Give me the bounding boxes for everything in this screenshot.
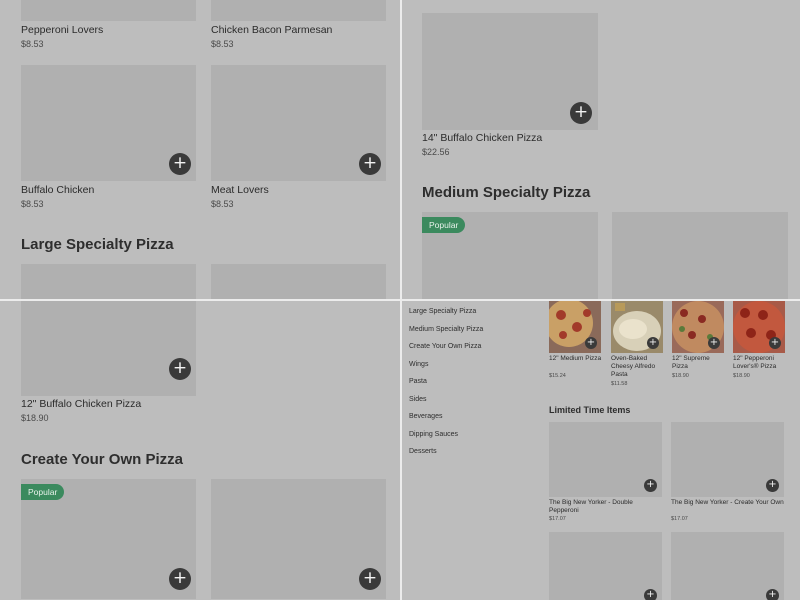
menu-item-card[interactable]: Popular (422, 212, 598, 299)
plus-icon: + (586, 337, 596, 348)
plus-icon: + (768, 589, 777, 600)
nav-item-dipping-sauces[interactable]: Dipping Sauces (409, 431, 458, 438)
add-item-button[interactable]: + (359, 153, 381, 175)
item-name: Meat Lovers (211, 184, 269, 196)
item-image (211, 0, 386, 21)
plus-icon: + (646, 479, 655, 490)
plus-icon: + (172, 358, 188, 378)
menu-panel-bottom-right: Large Specialty Pizza Medium Specialty P… (402, 301, 800, 600)
plus-icon: + (362, 568, 378, 588)
menu-item-card[interactable]: + (211, 479, 386, 599)
featured-item-price: $11.58 (611, 381, 628, 387)
popular-badge: Popular (422, 217, 466, 233)
section-title: Limited Time Items (549, 405, 631, 415)
item-image (612, 212, 788, 299)
menu-item-card[interactable] (612, 212, 788, 299)
plus-icon: + (709, 337, 719, 348)
item-name: Chicken Bacon Parmesan (211, 24, 333, 36)
plus-icon: + (362, 153, 378, 173)
nav-item-create-your-own[interactable]: Create Your Own Pizza (409, 343, 481, 350)
nav-item-desserts[interactable]: Desserts (409, 448, 437, 455)
add-item-button[interactable]: + (644, 589, 657, 600)
item-price: $8.53 (211, 199, 234, 209)
featured-item-price: $18.90 (733, 373, 750, 379)
featured-item-price: $15.24 (549, 373, 566, 379)
limited-item-card[interactable]: + (671, 422, 784, 497)
menu-panel-top-left: + Pepperoni Lovers $8.53 + Chicken Bacon… (0, 0, 400, 299)
add-item-button[interactable]: + (644, 479, 657, 492)
limited-item-card[interactable]: + (549, 422, 662, 497)
add-item-button[interactable]: + (708, 337, 720, 349)
item-name: 12" Buffalo Chicken Pizza (21, 398, 142, 410)
featured-item-name: 12" Pepperoni Lover's® Pizza (733, 355, 777, 370)
add-item-button[interactable]: + (769, 337, 781, 349)
plus-icon: + (172, 153, 188, 173)
limited-item-card[interactable]: + (671, 532, 784, 600)
nav-item-sides[interactable]: Sides (409, 396, 427, 403)
section-title: Medium Specialty Pizza (422, 184, 591, 201)
item-price: $8.53 (21, 199, 44, 209)
add-item-button[interactable]: + (169, 568, 191, 590)
limited-item-card[interactable]: + (549, 532, 662, 600)
limited-item-price: $17.07 (549, 516, 566, 522)
featured-item-price: $18.90 (672, 373, 689, 379)
limited-item-price: $17.07 (671, 516, 688, 522)
menu-panel-top-right: + 14" Buffalo Chicken Pizza $22.56 Mediu… (402, 0, 800, 299)
menu-item-card[interactable] (211, 264, 386, 299)
nav-item-medium-specialty[interactable]: Medium Specialty Pizza (409, 326, 483, 333)
add-item-button[interactable]: + (647, 337, 659, 349)
item-price: $8.53 (21, 39, 44, 49)
popular-badge: Popular (21, 484, 65, 500)
section-title: Create Your Own Pizza (21, 451, 183, 468)
nav-item-pasta[interactable]: Pasta (409, 378, 427, 385)
add-item-button[interactable]: + (169, 153, 191, 175)
plus-icon: + (573, 102, 589, 122)
menu-panel-bottom-left: + 12" Buffalo Chicken Pizza $18.90 Creat… (0, 301, 400, 600)
item-image (21, 0, 196, 21)
featured-item-name: Oven-Baked Cheesy Alfredo Pasta (611, 355, 656, 378)
item-image (21, 301, 196, 396)
plus-icon: + (646, 589, 655, 600)
featured-item-name: 12" Medium Pizza (549, 355, 602, 362)
item-name: Pepperoni Lovers (21, 24, 104, 36)
featured-item-thumb[interactable]: + (549, 301, 601, 353)
plus-icon: + (648, 337, 658, 348)
limited-item-name: The Big New Yorker - Create Your Own (671, 499, 784, 506)
plus-icon: + (172, 568, 188, 588)
add-item-button[interactable]: + (766, 479, 779, 492)
item-name: 14" Buffalo Chicken Pizza (422, 132, 543, 144)
nav-item-wings[interactable]: Wings (409, 361, 428, 368)
item-image (211, 264, 386, 299)
featured-item-name: 12" Supreme Pizza (672, 355, 710, 370)
nav-item-beverages[interactable]: Beverages (409, 413, 442, 420)
item-name: Buffalo Chicken (21, 184, 95, 196)
item-price: $18.90 (21, 413, 49, 423)
featured-item-thumb[interactable]: + (672, 301, 724, 353)
plus-icon: + (770, 337, 780, 348)
add-item-button[interactable]: + (585, 337, 597, 349)
plus-icon: + (768, 479, 777, 490)
section-title: Large Specialty Pizza (21, 236, 174, 253)
item-image (21, 264, 196, 299)
featured-item-thumb[interactable]: + (733, 301, 785, 353)
item-price: $22.56 (422, 147, 450, 157)
add-item-button[interactable]: + (766, 589, 779, 600)
featured-item-thumb[interactable]: + (611, 301, 663, 353)
menu-item-card[interactable] (21, 264, 196, 299)
add-item-button[interactable]: + (359, 568, 381, 590)
limited-item-name: The Big New Yorker - Double Pepperoni (549, 499, 633, 514)
add-item-button[interactable]: + (570, 102, 592, 124)
nav-item-large-specialty[interactable]: Large Specialty Pizza (409, 308, 476, 315)
menu-item-card[interactable]: Popular + (21, 479, 196, 599)
item-price: $8.53 (211, 39, 234, 49)
add-item-button[interactable]: + (169, 358, 191, 380)
horizontal-divider (0, 299, 800, 301)
